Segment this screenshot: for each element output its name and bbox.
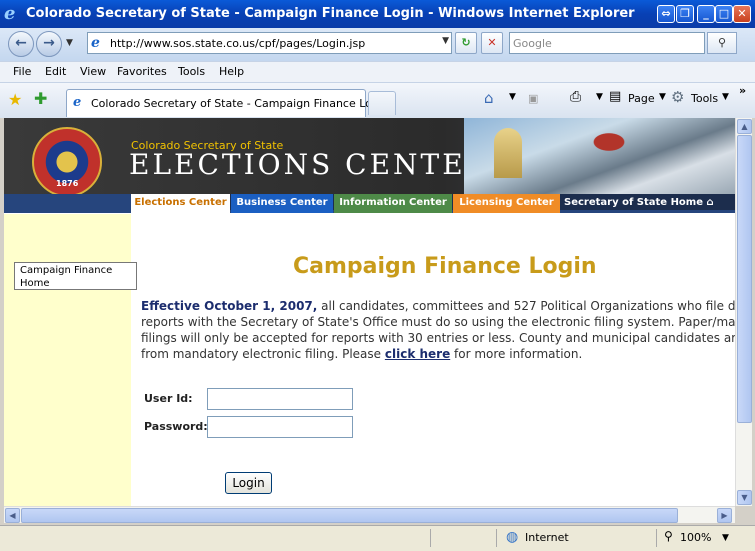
password-label: Password: <box>144 420 208 433</box>
nav-business-center[interactable]: Business Center <box>231 194 333 213</box>
menu-bar: File Edit View Favorites Tools Help <box>0 61 755 82</box>
menu-tools[interactable]: Tools <box>178 65 205 78</box>
search-button[interactable]: ⚲ <box>707 32 737 54</box>
add-favorite-icon[interactable]: ✚ <box>34 89 47 108</box>
menu-file[interactable]: File <box>13 65 31 78</box>
page-viewport: 1876 Colorado Secretary of State ELECTIO… <box>4 118 735 506</box>
nav-sos-home-label[interactable]: Secretary of State Home <box>564 197 703 208</box>
window-title: Colorado Secretary of State - Campaign F… <box>26 6 635 21</box>
print-dropdown-icon[interactable]: ▼ <box>596 92 603 102</box>
status-divider <box>496 529 497 547</box>
notice-lead: Effective October 1, 2007, <box>141 299 318 313</box>
tab-page-icon: e <box>73 95 82 110</box>
print-icon[interactable]: ⎙ <box>570 89 581 105</box>
feeds-icon[interactable]: ▣ <box>528 92 538 105</box>
page-menu[interactable]: Page <box>628 92 655 105</box>
status-divider <box>430 529 431 547</box>
capitol-dome-image <box>494 128 522 178</box>
site-banner: 1876 Colorado Secretary of State ELECTIO… <box>4 118 735 197</box>
window-title-bar: e Colorado Secretary of State - Campaign… <box>0 0 755 28</box>
notice-line-2: reports with the Secretary of State's Of… <box>141 315 735 329</box>
vertical-scrollbar[interactable]: ▲ ▼ <box>735 118 752 506</box>
close-button[interactable]: ✕ <box>733 5 751 23</box>
new-tab-button[interactable] <box>368 91 396 115</box>
page-icon: e <box>91 35 100 51</box>
sidebar: Campaign Finance Home <box>4 214 137 506</box>
password-input[interactable] <box>207 416 353 438</box>
userid-label: User Id: <box>144 392 193 405</box>
security-zone: Internet <box>525 531 569 544</box>
vertical-scroll-thumb[interactable] <box>737 135 752 423</box>
zoom-icon: ⚲ <box>664 529 673 543</box>
colorado-seal-logo[interactable]: 1876 <box>32 127 102 197</box>
login-button[interactable]: Login <box>225 472 272 494</box>
home-dropdown-icon[interactable]: ▼ <box>509 92 516 102</box>
page-title: Campaign Finance Login <box>293 254 597 279</box>
back-button[interactable]: ← <box>8 31 34 57</box>
forward-button[interactable]: → <box>36 31 62 57</box>
address-url[interactable]: http://www.sos.state.co.us/cpf/pages/Log… <box>110 37 365 50</box>
notice-line-4: from mandatory electronic filing. Please… <box>141 346 735 362</box>
nav-licensing-center[interactable]: Licensing Center <box>453 194 560 213</box>
address-bar[interactable]: e http://www.sos.state.co.us/cpf/pages/L… <box>87 32 452 54</box>
minimize-button[interactable]: _ <box>697 5 715 23</box>
menu-edit[interactable]: Edit <box>45 65 66 78</box>
address-dropdown-icon[interactable]: ▼ <box>442 36 449 46</box>
history-dropdown-icon[interactable]: ▼ <box>66 38 73 48</box>
menu-help[interactable]: Help <box>219 65 244 78</box>
nav-elections-center[interactable]: Elections Center <box>131 194 230 214</box>
scroll-right-arrow-icon[interactable]: ▶ <box>717 508 732 523</box>
main-content: Campaign Finance Login Effective October… <box>141 214 735 506</box>
notice-line-1: Effective October 1, 2007, all candidate… <box>141 298 735 314</box>
zoom-dropdown-icon[interactable]: ▼ <box>722 533 729 543</box>
globe-icon: ◍ <box>506 529 519 545</box>
notice-line-4-pre: from mandatory electronic filing. Please <box>141 347 385 361</box>
refresh-button[interactable]: ↻ <box>455 32 477 54</box>
zoom-level[interactable]: 100% <box>680 531 711 544</box>
tools-dropdown-icon[interactable]: ▼ <box>722 92 729 102</box>
status-divider <box>656 529 657 547</box>
home-icon-nav: ⌂ <box>706 197 714 208</box>
page-icon-cmd: ▤ <box>609 89 622 104</box>
scroll-up-arrow-icon[interactable]: ▲ <box>737 119 752 134</box>
skier-image <box>574 122 644 162</box>
tab-bar: ★ ✚ e Colorado Secretary of State - Camp… <box>0 82 755 118</box>
tile-window-icon[interactable]: ❐ <box>676 5 694 23</box>
sidebar-item-campaign-finance-home[interactable]: Campaign Finance Home <box>14 262 137 290</box>
site-nav: Elections Center Business Center Informa… <box>4 194 735 214</box>
horizontal-scrollbar[interactable]: ◀ ▶ <box>4 506 735 523</box>
overflow-chevron-icon[interactable]: » <box>739 84 746 97</box>
maximize-button[interactable]: □ <box>715 5 733 23</box>
status-bar: ◍ Internet ⚲ 100% ▼ <box>0 525 755 551</box>
restore-tabs-icon[interactable]: ⇔ <box>657 5 675 23</box>
banner-photo <box>464 118 735 194</box>
scroll-down-arrow-icon[interactable]: ▼ <box>737 490 752 505</box>
ie-logo-icon: e <box>4 3 16 24</box>
tab-active[interactable]: e Colorado Secretary of State - Campaign… <box>66 89 389 117</box>
notice-line-4-post: for more information. <box>450 347 583 361</box>
menu-view[interactable]: View <box>80 65 106 78</box>
userid-input[interactable] <box>207 388 353 410</box>
tab-label[interactable]: Colorado Secretary of State - Campaign F… <box>91 97 389 110</box>
search-input[interactable]: Google <box>509 32 705 54</box>
notice-paragraph: Effective October 1, 2007, all candidate… <box>141 298 735 362</box>
seal-year: 1876 <box>56 179 79 188</box>
scroll-left-arrow-icon[interactable]: ◀ <box>5 508 20 523</box>
notice-line-3: filings will only be accepted for report… <box>141 331 735 345</box>
horizontal-scroll-thumb[interactable] <box>21 508 678 523</box>
nav-sos-home[interactable]: Secretary of State Home ⌂ <box>564 194 714 213</box>
home-icon[interactable]: ⌂ <box>484 89 494 107</box>
click-here-link[interactable]: click here <box>385 347 450 361</box>
page-dropdown-icon[interactable]: ▼ <box>659 92 666 102</box>
nav-information-center[interactable]: Information Center <box>334 194 452 213</box>
gear-icon: ⚙ <box>671 88 685 106</box>
banner-title: ELECTIONS CENTER <box>129 148 490 181</box>
address-toolbar: ← → ▼ e http://www.sos.state.co.us/cpf/p… <box>0 28 755 61</box>
stop-button[interactable]: ✕ <box>481 32 503 54</box>
tools-menu[interactable]: Tools <box>691 92 718 105</box>
menu-favorites[interactable]: Favorites <box>117 65 167 78</box>
favorites-star-icon[interactable]: ★ <box>8 90 22 109</box>
notice-line-1-rest: all candidates, committees and 527 Polit… <box>317 299 735 313</box>
